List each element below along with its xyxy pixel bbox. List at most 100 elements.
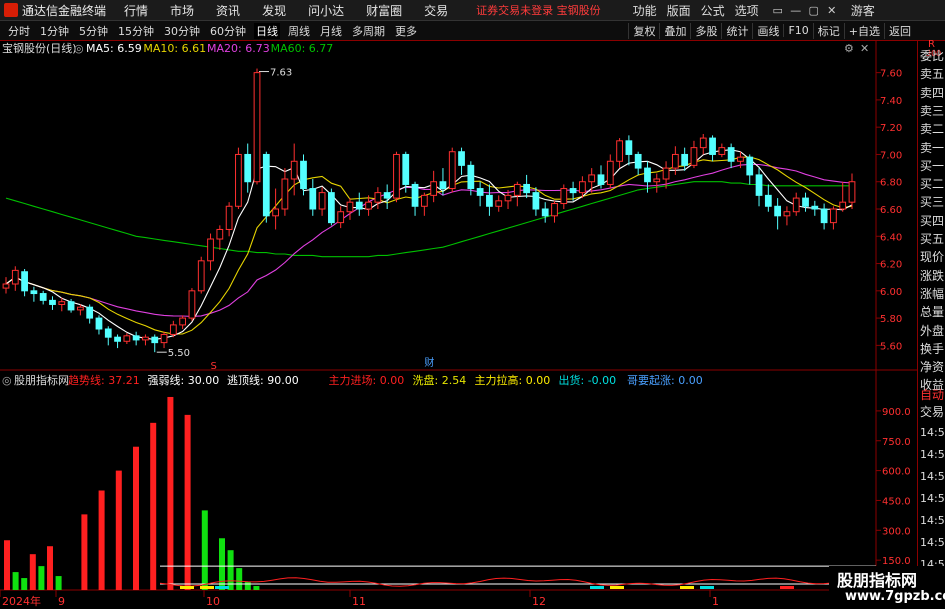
candle-body <box>625 140 633 155</box>
tab-more[interactable]: 更多 <box>393 23 419 39</box>
menu-market[interactable]: 市场 <box>170 2 194 19</box>
tab-15min[interactable]: 15分钟 <box>116 23 156 39</box>
indicator-bar <box>150 422 157 590</box>
menu-formula[interactable]: 公式 <box>701 2 725 19</box>
indicator-label-2: 逃顶线: 90.00 <box>227 373 299 387</box>
trade-label[interactable]: 交易 <box>920 403 944 420</box>
tab-60min[interactable]: 60分钟 <box>208 23 248 39</box>
candle-body <box>746 156 754 176</box>
candle-body <box>76 306 84 311</box>
overlay-button[interactable]: 叠加 <box>659 22 690 39</box>
ma-dropdown-icon[interactable]: ◎ <box>74 42 84 55</box>
indicator-bar <box>184 414 191 590</box>
user-guest[interactable]: 游客 <box>851 2 875 19</box>
indicator-bar <box>12 572 19 590</box>
quote-label-11: 现价 <box>920 250 945 265</box>
quote-label-16: 换手 <box>920 341 945 356</box>
indicator-bar <box>81 514 88 590</box>
sub-ytick-label: 750.0 <box>882 437 911 448</box>
candle-body <box>216 228 224 240</box>
candle-body <box>309 188 317 210</box>
candle-body <box>160 333 168 344</box>
ma60-line-path <box>5 181 852 258</box>
stats-button[interactable]: 统计 <box>721 22 752 39</box>
chart-canvas[interactable]: 宝钢股份(日线) ◎ MA5: 6.59 MA10: 6.61 MA20: 6.73… <box>0 41 917 609</box>
candle-body <box>718 147 726 155</box>
candle-body <box>504 194 512 202</box>
indicator-label-4: 洗盘: 2.54 <box>413 373 467 387</box>
menu-layout[interactable]: 版面 <box>667 2 691 19</box>
candle-body <box>811 205 819 210</box>
ma20-line <box>5 163 853 317</box>
x-tick-label: 11 <box>352 595 366 608</box>
menu-quotes[interactable]: 行情 <box>124 2 148 19</box>
tick-time-1: 14:56 <box>920 448 945 461</box>
tab-weekly[interactable]: 周线 <box>286 23 312 39</box>
marker-s[interactable]: S <box>211 361 217 372</box>
add-watchlist-button[interactable]: +自选 <box>843 22 884 39</box>
f10-button[interactable]: F10 <box>783 24 812 37</box>
minimize-icon[interactable]: — <box>787 4 805 17</box>
sub-ytick-label: 600.0 <box>882 467 911 478</box>
menu-news[interactable]: 资讯 <box>216 2 240 19</box>
tab-1min[interactable]: 1分钟 <box>38 23 71 39</box>
marker-finance[interactable]: 财 <box>424 356 434 369</box>
quote-label-15: 外盘 <box>920 323 945 338</box>
sub-y-axis: 900.0750.0600.0450.0300.0150.0 <box>876 407 911 567</box>
indicator-dropdown-icon[interactable]: ◎ <box>2 374 12 387</box>
ma-label-ma20: MA20: 6.73 <box>207 42 270 55</box>
candle-body <box>383 192 391 199</box>
candle-body <box>114 336 121 342</box>
ma5-line-path <box>5 149 853 340</box>
menu-discover[interactable]: 发现 <box>262 2 286 19</box>
adjust-button[interactable]: 复权 <box>628 22 659 39</box>
main-ytick-label: 7.40 <box>880 96 902 107</box>
indicator-bar <box>244 582 251 590</box>
close-icon[interactable]: ✕ <box>823 4 841 17</box>
candle-body <box>86 306 94 319</box>
ma-label-ma60: MA60: 6.77 <box>271 42 334 55</box>
tab-30min[interactable]: 30分钟 <box>162 23 202 39</box>
x-axis: 2024年 9 10 11 12 1 <box>0 590 719 608</box>
candle-body <box>207 238 214 262</box>
x-tick-label: 2024年 <box>2 594 41 608</box>
menu-function[interactable]: 功能 <box>633 2 657 19</box>
draw-line-button[interactable]: 画线 <box>752 22 783 39</box>
candle-body <box>151 336 159 344</box>
maximize-icon[interactable]: ▢ <box>805 4 823 17</box>
menu-options[interactable]: 选项 <box>735 2 759 19</box>
candle-body <box>458 151 465 166</box>
auto-label[interactable]: 自动 <box>920 386 944 403</box>
x-tick-label: 9 <box>58 595 65 608</box>
quote-label-13: 涨幅 <box>920 286 945 301</box>
quote-label-10: 买五 <box>920 232 945 246</box>
menu-ask[interactable]: 问小达 <box>308 2 344 19</box>
multi-stock-button[interactable]: 多股 <box>690 22 721 39</box>
candle-body <box>439 181 447 190</box>
menu-trade[interactable]: 交易 <box>424 2 448 19</box>
candle-body <box>67 301 75 311</box>
x-tick-label: 10 <box>206 595 220 608</box>
candle-body <box>448 151 456 190</box>
tab-monthly[interactable]: 月线 <box>318 23 344 39</box>
menu-wealth[interactable]: 财富圈 <box>366 2 402 19</box>
indicator-bar <box>236 568 243 590</box>
app-title: 通达信金融终端 <box>22 3 107 18</box>
candle-body <box>671 153 679 169</box>
close-pane-icon[interactable]: ✕ <box>860 42 869 55</box>
candle-body <box>393 153 400 199</box>
tab-5min[interactable]: 5分钟 <box>77 23 110 39</box>
candle-body <box>560 188 568 205</box>
indicator-bar <box>55 576 62 590</box>
settings-icon[interactable]: ⚙ <box>844 42 854 55</box>
candle-body <box>95 317 103 330</box>
ma-label-ma10: MA10: 6.61 <box>143 42 206 55</box>
tab-intraday[interactable]: 分时 <box>6 23 32 39</box>
candle-body <box>179 317 187 326</box>
low-price-label: 5.50 <box>168 348 190 359</box>
restore-icon[interactable]: ▭ <box>769 4 787 17</box>
tab-multi-period[interactable]: 多周期 <box>350 23 387 39</box>
tab-daily[interactable]: 日线 <box>254 22 280 39</box>
back-button[interactable]: 返回 <box>884 22 915 39</box>
mark-button[interactable]: 标记 <box>812 22 844 39</box>
